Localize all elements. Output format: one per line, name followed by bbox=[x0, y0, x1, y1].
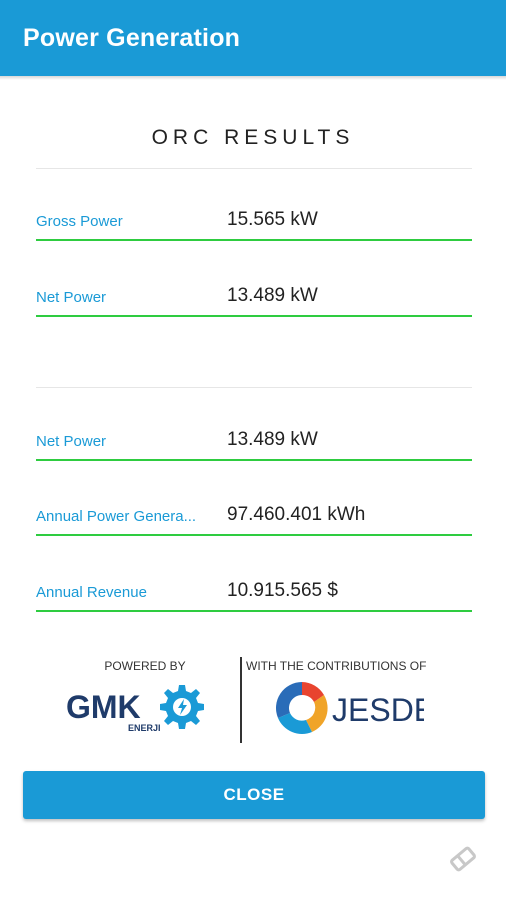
svg-text:GMK: GMK bbox=[66, 689, 141, 725]
contributions-block: WITH THE CONTRIBUTIONS OF JESDER bbox=[246, 656, 446, 746]
app-bar: Power Generation bbox=[0, 0, 506, 76]
app-bar-shadow bbox=[0, 76, 506, 80]
section-title: ORC RESULTS bbox=[151, 126, 355, 149]
result-value: 10.915.565 $ bbox=[227, 580, 338, 601]
result-row-net-power-2: Net Power 13.489 kW bbox=[36, 414, 472, 490]
result-value: 97.460.401 kWh bbox=[227, 504, 366, 525]
result-label: Net Power bbox=[36, 289, 107, 306]
result-label: Annual Revenue bbox=[36, 584, 147, 601]
result-row-gross-power: Gross Power 15.565 kW bbox=[36, 194, 472, 270]
app-title: Power Generation bbox=[23, 24, 241, 52]
divider bbox=[36, 168, 472, 169]
jesder-logo: JESDER bbox=[276, 682, 424, 734]
gmk-enerji-logo: GMK ENERJI bbox=[66, 685, 204, 733]
result-label: Gross Power bbox=[36, 213, 123, 230]
result-underline bbox=[36, 459, 472, 461]
divider bbox=[36, 387, 472, 388]
result-row-annual-revenue: Annual Revenue 10.915.565 $ bbox=[36, 565, 472, 641]
eraser-icon bbox=[450, 846, 476, 872]
result-label: Annual Power Genera... bbox=[36, 508, 197, 525]
result-underline bbox=[36, 534, 472, 536]
svg-text:ENERJI: ENERJI bbox=[128, 723, 161, 733]
powered-by-label: POWERED BY bbox=[104, 659, 186, 673]
result-underline bbox=[36, 239, 472, 241]
result-row-net-power: Net Power 13.489 kW bbox=[36, 270, 472, 346]
footer-divider bbox=[240, 657, 242, 743]
result-underline bbox=[36, 315, 472, 317]
svg-text:JESDER: JESDER bbox=[332, 692, 424, 728]
contributions-label: WITH THE CONTRIBUTIONS OF bbox=[246, 659, 427, 673]
result-underline bbox=[36, 610, 472, 612]
result-value: 15.565 kW bbox=[227, 209, 318, 230]
result-value: 13.489 kW bbox=[227, 285, 318, 306]
result-value: 13.489 kW bbox=[227, 429, 318, 450]
result-label: Net Power bbox=[36, 433, 107, 450]
result-row-annual-power: Annual Power Genera... 97.460.401 kWh bbox=[36, 489, 472, 565]
powered-by-block: POWERED BY GMK ENERJI bbox=[60, 656, 230, 746]
close-button[interactable]: CLOSE bbox=[23, 771, 485, 819]
